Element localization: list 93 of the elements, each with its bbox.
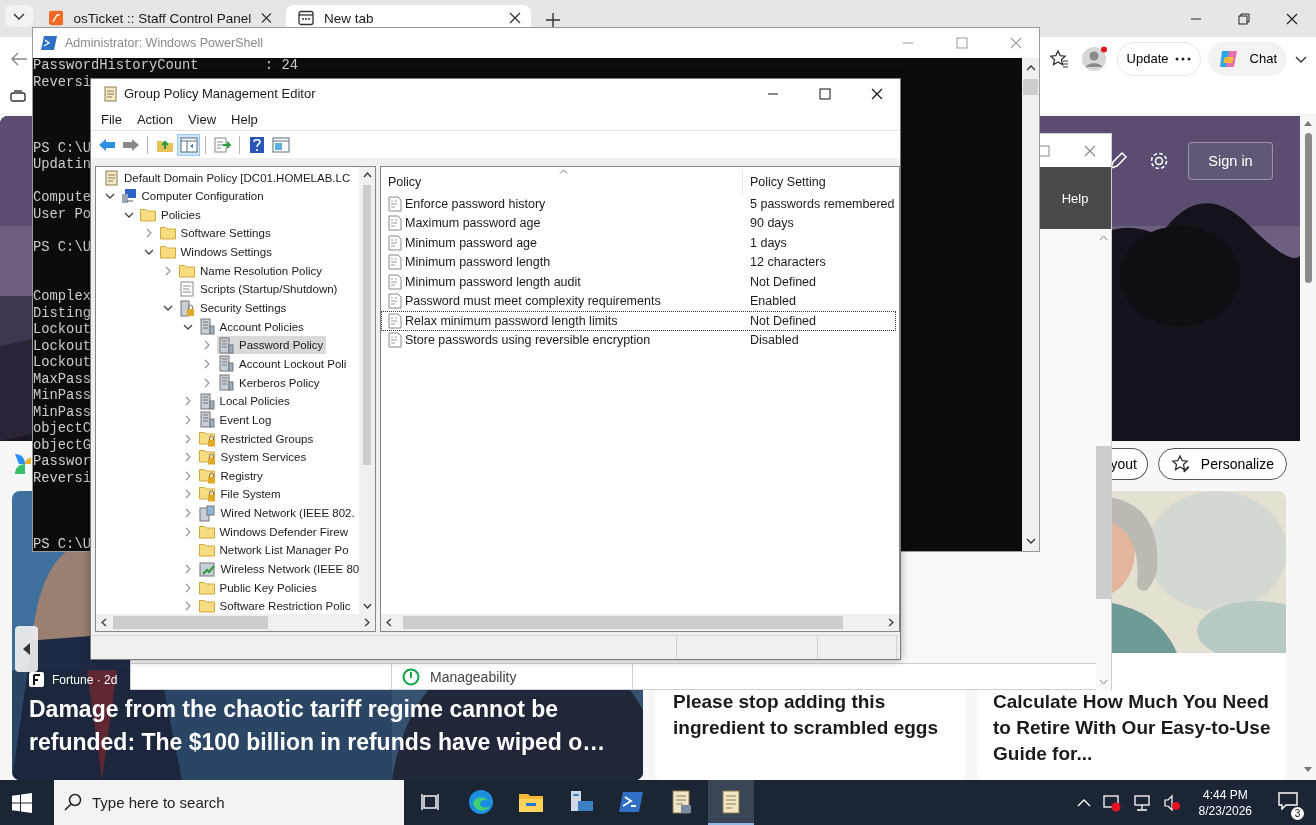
clock-time[interactable]: 4:44 PM: [1202, 786, 1248, 803]
sign-in-button[interactable]: Sign in: [1188, 142, 1273, 180]
policy-name: Minimum password length: [405, 255, 551, 270]
menu-item[interactable]: File: [101, 112, 122, 128]
tree-item[interactable]: Event Log: [197, 410, 275, 429]
policy-name: Relax minimum password length limits: [405, 313, 618, 328]
tree-item[interactable]: Name Resolution Policy: [178, 261, 326, 280]
console-line: MinPass: [33, 404, 91, 421]
console-line: Reversi: [33, 470, 91, 487]
tree-item[interactable]: Default Domain Policy [DC01.HOMELAB.LC: [102, 168, 354, 187]
menu-item[interactable]: Help: [231, 112, 258, 128]
tree-item[interactable]: Computer Configuration: [119, 187, 267, 206]
notification-badge: 3: [1291, 806, 1304, 820]
menu-item[interactable]: View: [188, 112, 217, 128]
tree-item[interactable]: Scripts (Startup/Shutdown): [178, 280, 341, 299]
tree-item[interactable]: File System: [197, 485, 284, 504]
tree-item[interactable]: Wireless Network (IEEE 80: [197, 560, 359, 578]
console-line: Compute: [33, 190, 91, 207]
window-title: Group Policy Management Editor: [124, 86, 316, 102]
policy-row[interactable]: Maximum password age 90 days: [381, 213, 896, 234]
tree-item[interactable]: Software Restriction Polic: [197, 597, 354, 615]
menu-item[interactable]: Help: [1061, 190, 1089, 206]
policy-name: Minimum password length audit: [405, 274, 581, 289]
policy-setting: Disabled: [749, 333, 800, 348]
policy-row[interactable]: Enforce password history 5 passwords remembered: [381, 194, 896, 214]
headline-link[interactable]: Damage from the chaotic tariff regime cannot be refunded: The $100 billion in refunds have wiped o…: [29, 693, 629, 759]
tree-item[interactable]: Wired Network (IEEE 802.: [197, 504, 358, 523]
console-line: objectG: [33, 437, 91, 454]
column-header[interactable]: Policy Setting: [743, 170, 899, 195]
tree-item[interactable]: Kerberos Policy: [217, 373, 323, 392]
headline-link[interactable]: Please stop adding this ingredient to scrambled eggs: [673, 689, 949, 741]
policy-setting: Enabled: [749, 294, 797, 309]
policy-setting: 12 characters: [749, 255, 827, 270]
console-line: Disting: [33, 305, 91, 322]
policy-name: Password must meet complexity requirements: [405, 294, 661, 309]
source-label: Fortune · 2d: [52, 672, 118, 687]
console-line: PS C:\U: [33, 239, 91, 256]
window-title: Administrator: Windows PowerShell: [65, 36, 263, 50]
tree-item[interactable]: Software Settings: [158, 224, 274, 243]
console-line: User Po: [33, 206, 91, 223]
policy-row[interactable]: Store passwords using reversible encryption Disabled: [381, 330, 896, 351]
policy-setting: 90 days: [749, 216, 795, 231]
console-line: Updatin: [33, 157, 91, 174]
policy-name: Maximum password age: [405, 216, 541, 231]
console-line: objectC: [33, 421, 91, 438]
policy-row[interactable]: Minimum password length audit Not Defined: [381, 272, 896, 292]
console-line: Passwor: [33, 454, 91, 471]
policy-setting: Not Defined: [749, 274, 817, 289]
tree-item[interactable]: Account Policies: [197, 317, 307, 336]
browser-tab[interactable]: osTicket :: Staff Control Panel: [37, 5, 282, 27]
row-label: Manageability: [430, 668, 517, 685]
policy-name: Minimum password age: [405, 235, 537, 250]
tree-item[interactable]: Account Lockout Poli: [217, 354, 350, 373]
console-line: Reversi: [33, 74, 91, 91]
console-line: PasswordHistoryCount : 24: [33, 58, 298, 75]
policy-name: Enforce password history: [405, 196, 546, 211]
console-line: MinPass: [33, 388, 91, 405]
tree-item[interactable]: Policies: [139, 205, 204, 224]
console-line: PS C:\U: [33, 536, 91, 553]
tab-title: New tab: [324, 10, 375, 26]
console-line: Lockout: [33, 355, 91, 372]
policy-row[interactable]: Minimum password length 12 characters: [381, 252, 896, 273]
browser-tab[interactable]: New tab: [286, 5, 531, 27]
update-button[interactable]: Update: [1116, 41, 1201, 76]
chat-button[interactable]: Chat: [1207, 41, 1287, 76]
console-line: Lockout: [33, 338, 91, 355]
policy-row[interactable]: Relax minimum password length limits Not Defined: [381, 311, 896, 331]
tree-item[interactable]: Password Policy: [217, 336, 327, 355]
tree-item[interactable]: Public Key Policies: [197, 578, 320, 597]
personalize-button[interactable]: Personalize: [1157, 448, 1287, 480]
tree-item[interactable]: Network List Manager Po: [197, 541, 352, 560]
tree-item[interactable]: Local Policies: [197, 392, 293, 411]
clock-date[interactable]: 8/23/2026: [1198, 802, 1252, 819]
policy-setting: 1 days: [749, 235, 788, 250]
search-field[interactable]: Type here to search: [54, 780, 404, 825]
policy-setting: 5 passwords remembered: [749, 196, 895, 211]
tree-item[interactable]: Windows Defender Firew: [197, 522, 351, 541]
policy-row[interactable]: Minimum password age 1 days: [381, 233, 896, 253]
tree-item[interactable]: Security Settings: [178, 299, 290, 317]
menu-item[interactable]: Action: [136, 112, 174, 128]
tree-item[interactable]: System Services: [197, 448, 310, 467]
tree-item[interactable]: Registry: [197, 466, 266, 485]
console-line: MaxPass: [33, 371, 91, 388]
tree-item[interactable]: Restricted Groups: [197, 429, 317, 448]
console-line: Lockout: [33, 322, 91, 339]
tree-item[interactable]: Windows Settings: [158, 243, 275, 262]
column-header[interactable]: Policy: [381, 170, 743, 195]
console-line: Complex: [33, 289, 91, 306]
console-line: PS C:\U: [33, 140, 91, 157]
policy-setting: Not Defined: [749, 313, 817, 328]
tab-title: osTicket :: Staff Control Panel: [73, 10, 252, 26]
policy-name: Store passwords using reversible encryption: [405, 333, 651, 348]
policy-row[interactable]: Password must meet complexity requirements Enabled: [381, 291, 896, 312]
